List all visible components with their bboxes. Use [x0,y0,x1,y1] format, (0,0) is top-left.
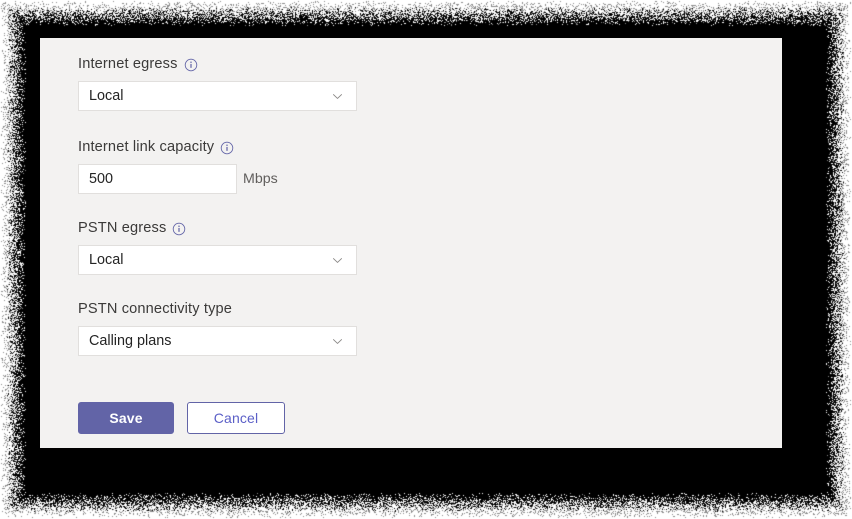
cancel-button[interactable]: Cancel [187,402,285,434]
field-pstn-connectivity-type: PSTN connectivity type Calling plans [78,300,498,356]
label-pstn-connectivity-type: PSTN connectivity type [78,300,498,319]
unit-label-mbps: Mbps [243,171,278,187]
save-button[interactable]: Save [78,402,174,434]
select-pstn-connectivity-type-value: Calling plans [89,333,172,349]
select-internet-egress[interactable]: Local [78,81,357,111]
label-pstn-egress: PSTN egress [78,219,498,238]
settings-card: Internet egress Local Internet link capa… [40,38,782,448]
label-pstn-egress-text: PSTN egress [78,220,167,236]
field-internet-egress: Internet egress Local [78,55,498,111]
select-pstn-egress[interactable]: Local [78,245,357,275]
field-internet-link-capacity: Internet link capacity Mbps [78,138,498,194]
field-pstn-egress: PSTN egress Local [78,219,498,275]
label-internet-egress-text: Internet egress [78,56,178,72]
select-pstn-egress-value: Local [89,252,124,268]
info-icon[interactable] [172,222,186,236]
screen: Internet egress Local Internet link capa… [0,0,852,519]
info-icon[interactable] [184,58,198,72]
label-internet-link-capacity-text: Internet link capacity [78,139,215,155]
chevron-down-icon [331,335,344,348]
chevron-down-icon [331,90,344,103]
info-icon[interactable] [220,141,234,155]
label-internet-egress: Internet egress [78,55,498,74]
form-actions: Save Cancel [78,402,498,434]
chevron-down-icon [331,254,344,267]
input-row-internet-link-capacity: Mbps [78,164,498,194]
input-internet-link-capacity[interactable] [78,164,237,194]
label-pstn-connectivity-type-text: PSTN connectivity type [78,301,233,317]
network-settings-form: Internet egress Local Internet link capa… [78,55,498,434]
select-internet-egress-value: Local [89,88,124,104]
label-internet-link-capacity: Internet link capacity [78,138,498,157]
select-pstn-connectivity-type[interactable]: Calling plans [78,326,357,356]
